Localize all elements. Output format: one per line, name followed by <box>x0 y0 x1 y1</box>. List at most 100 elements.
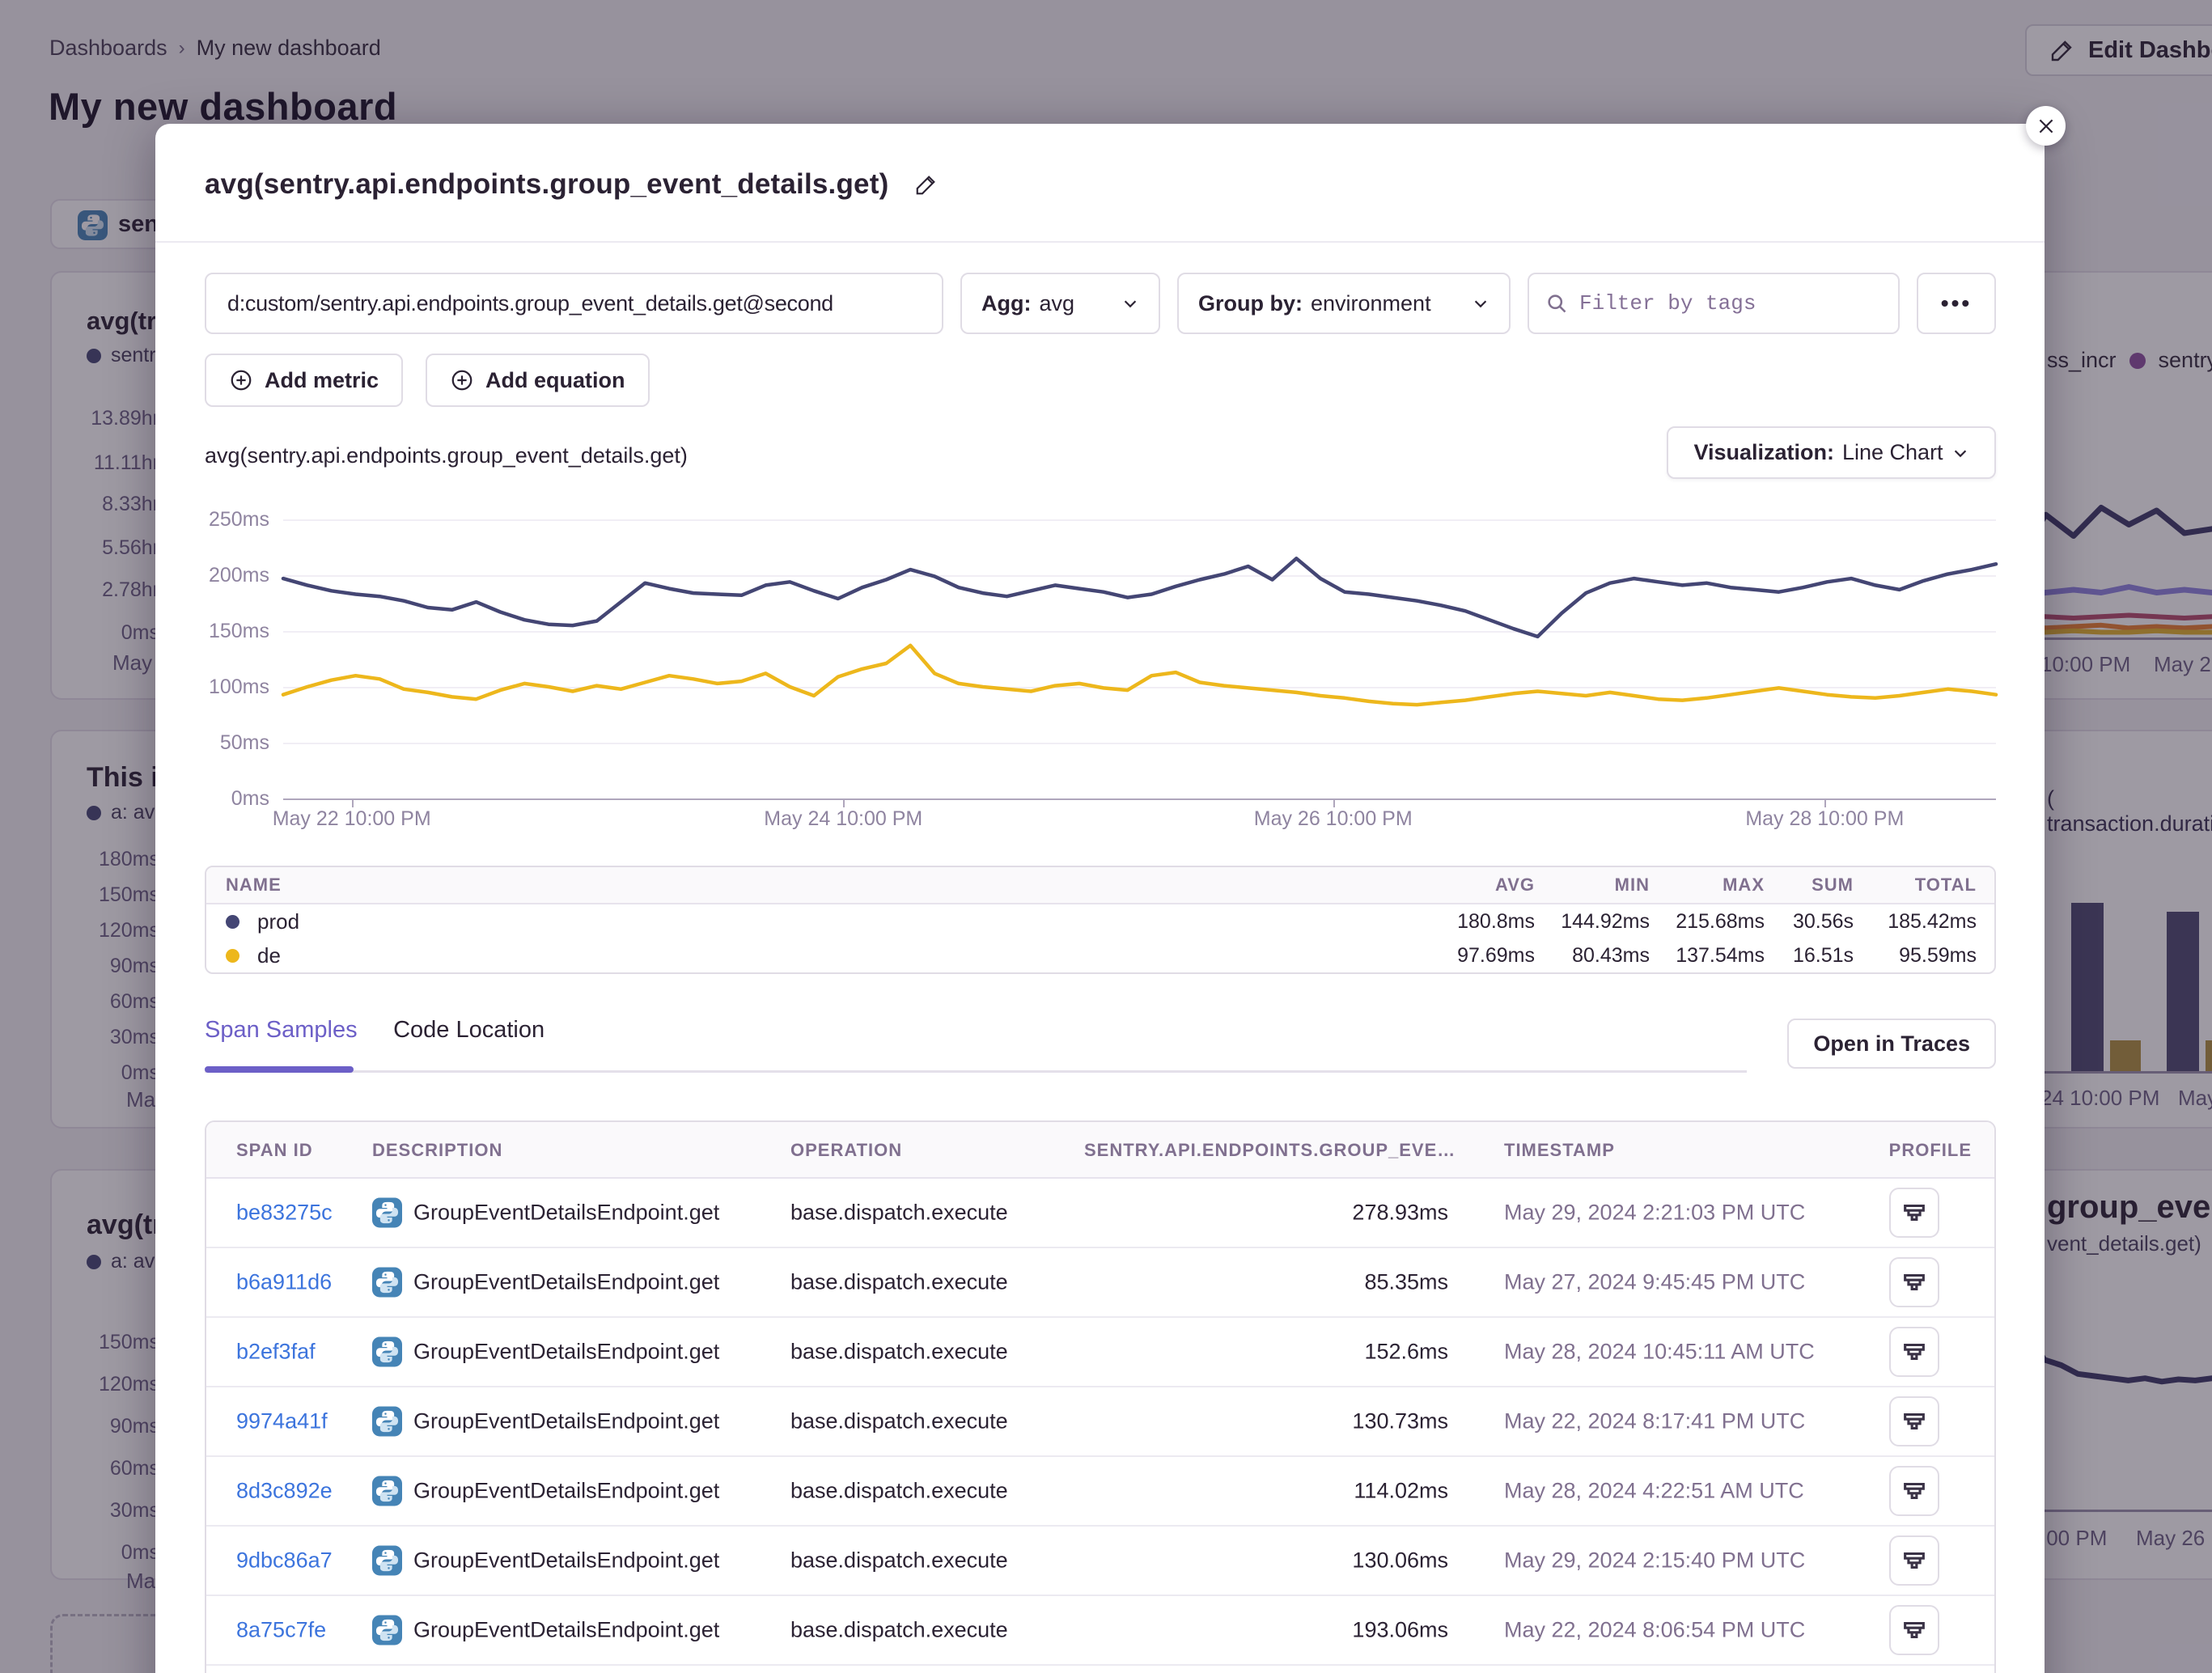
profile-button[interactable] <box>1889 1535 1939 1586</box>
series-avg-value: 180.8ms <box>1431 910 1553 934</box>
profile-button[interactable] <box>1889 1188 1939 1238</box>
python-icon <box>372 1476 402 1506</box>
span-timestamp: May 28, 2024 4:22:51 AM UTC <box>1504 1479 1804 1504</box>
series-summary-table: NAME AVG MIN MAX SUM TOTAL prod180.8ms14… <box>205 866 1996 974</box>
series-color-dot-icon <box>226 915 239 929</box>
visualization-select[interactable]: Visualization: Line Chart <box>1667 426 1996 479</box>
span-id-link[interactable]: 9974a41f <box>236 1409 328 1434</box>
series-sum-value: 30.56s <box>1782 910 1871 934</box>
span-duration-value: 152.6ms <box>1206 1340 1448 1365</box>
span-timestamp: May 28, 2024 10:45:11 AM UTC <box>1504 1340 1815 1365</box>
series-min-value: 80.43ms <box>1553 944 1667 968</box>
metric-details-modal: avg(sentry.api.endpoints.group_event_det… <box>155 124 2045 1673</box>
chevron-down-icon <box>1951 444 1969 462</box>
span-duration-value: 130.06ms <box>1206 1548 1448 1573</box>
span-description: GroupEventDetailsEndpoint.get <box>413 1479 719 1504</box>
metric-query-input[interactable]: d:custom/sentry.api.endpoints.group_even… <box>205 273 943 334</box>
span-samples-table: SPAN ID DESCRIPTION OPERATION SENTRY.API… <box>205 1120 1996 1673</box>
table-row: 9974a41fGroupEventDetailsEndpoint.getbas… <box>206 1387 1994 1457</box>
column-header: AVG <box>1431 875 1553 896</box>
span-operation: base.dispatch.execute <box>790 1201 1008 1226</box>
python-icon <box>372 1546 402 1576</box>
profile-button[interactable] <box>1889 1327 1939 1377</box>
more-options-button[interactable]: ••• <box>1917 273 1996 334</box>
table-row: 8d3c892eGroupEventDetailsEndpoint.getbas… <box>206 1457 1994 1527</box>
samples-rows: be83275c GroupEventDetailsEndpoint.get bas… <box>206 1179 1994 1666</box>
column-header: TOTAL <box>1871 875 1994 896</box>
series-total-value: 95.59ms <box>1871 944 1994 968</box>
plus-circle-icon <box>229 368 253 392</box>
visualization-value: Line Chart <box>1842 440 1943 465</box>
column-header: MIN <box>1553 875 1667 896</box>
span-timestamp: May 29, 2024 2:15:40 PM UTC <box>1504 1548 1805 1573</box>
span-description: GroupEventDetailsEndpoint.get <box>413 1618 719 1643</box>
column-header: SPAN ID <box>236 1140 313 1161</box>
chart-plot-area <box>283 519 1996 808</box>
column-header: MAX <box>1667 875 1782 896</box>
add-metric-label: Add metric <box>265 368 379 393</box>
series-color-dot-icon <box>226 949 239 963</box>
tab-span-samples[interactable]: Span Samples <box>205 1017 358 1044</box>
series-total-value: 185.42ms <box>1871 910 1994 934</box>
column-header: NAME <box>206 875 1431 896</box>
column-header: SENTRY.API.ENDPOINTS.GROUP_EVE… <box>1084 1140 1456 1161</box>
x-axis-tick-label: May 24 10:00 PM <box>714 807 973 831</box>
series-max-value: 215.68ms <box>1667 910 1782 934</box>
span-operation: base.dispatch.execute <box>790 1409 1008 1434</box>
search-icon <box>1545 292 1568 315</box>
profile-button[interactable] <box>1889 1396 1939 1446</box>
table-row: 9dbc86a7 GroupEventDetailsEndpoint.get bas… <box>206 1527 1994 1596</box>
group-by-value: environment <box>1311 291 1431 316</box>
visualization-label: Visualization: <box>1693 440 1834 465</box>
samples-header-row: SPAN ID DESCRIPTION OPERATION SENTRY.API… <box>206 1122 1994 1179</box>
tab-code-location[interactable]: Code Location <box>393 1017 545 1044</box>
active-tab-indicator <box>205 1066 354 1073</box>
span-description: GroupEventDetailsEndpoint.get <box>413 1201 719 1226</box>
query-builder-row: d:custom/sentry.api.endpoints.group_even… <box>205 273 1996 334</box>
add-buttons-row: Add metric Add equation <box>205 354 650 407</box>
span-description: GroupEventDetailsEndpoint.get <box>413 1340 719 1365</box>
span-operation: base.dispatch.execute <box>790 1340 1008 1365</box>
add-equation-button[interactable]: Add equation <box>426 354 649 407</box>
span-id-link[interactable]: 8d3c892e <box>236 1479 333 1504</box>
filter-tags-input[interactable]: Filter by tags <box>1528 273 1900 334</box>
open-in-traces-button[interactable]: Open in Traces <box>1787 1019 1996 1069</box>
profile-button[interactable] <box>1889 1257 1939 1307</box>
aggregation-select[interactable]: Agg:avg <box>960 273 1160 334</box>
close-modal-button[interactable] <box>2026 106 2066 146</box>
span-id-link[interactable]: be83275c <box>236 1201 333 1226</box>
x-axis-tick-label: May 22 10:00 PM <box>222 807 481 831</box>
span-operation: base.dispatch.execute <box>790 1618 1008 1643</box>
y-axis-tick-label: 200ms <box>205 564 269 587</box>
span-id-link[interactable]: b6a911d6 <box>236 1270 332 1295</box>
span-duration-value: 114.02ms <box>1206 1479 1448 1504</box>
series-max-value: 137.54ms <box>1667 944 1782 968</box>
span-timestamp: May 22, 2024 8:17:41 PM UTC <box>1504 1409 1805 1434</box>
profile-button[interactable] <box>1889 1605 1939 1655</box>
close-icon <box>2036 116 2057 137</box>
edit-title-pencil-icon[interactable] <box>914 172 939 197</box>
python-icon <box>372 1407 402 1437</box>
series-name: de <box>206 943 1431 968</box>
summary-row: prod180.8ms144.92ms215.68ms30.56s185.42m… <box>206 904 1994 938</box>
y-axis-tick-label: 100ms <box>205 676 269 699</box>
modal-title: avg(sentry.api.endpoints.group_event_det… <box>205 168 888 201</box>
span-id-link[interactable]: b2ef3faf <box>236 1340 316 1365</box>
span-description: GroupEventDetailsEndpoint.get <box>413 1548 719 1573</box>
span-id-link[interactable]: 8a75c7fe <box>236 1618 326 1643</box>
y-axis-tick-label: 150ms <box>205 620 269 643</box>
x-axis-tick-label: May 28 10:00 PM <box>1695 807 1954 831</box>
agg-label: Agg: <box>981 291 1031 316</box>
span-duration-value: 193.06ms <box>1206 1618 1448 1643</box>
profile-button[interactable] <box>1889 1466 1939 1516</box>
group-by-select[interactable]: Group by:environment <box>1177 273 1511 334</box>
series-avg-value: 97.69ms <box>1431 944 1553 968</box>
span-operation: base.dispatch.execute <box>790 1548 1008 1573</box>
add-metric-button[interactable]: Add metric <box>205 354 403 407</box>
span-id-link[interactable]: 9dbc86a7 <box>236 1548 333 1573</box>
python-icon <box>372 1616 402 1645</box>
column-header: SUM <box>1782 875 1871 896</box>
series-sum-value: 16.51s <box>1782 944 1871 968</box>
series-name-label: de <box>257 943 281 968</box>
python-icon <box>372 1268 402 1298</box>
